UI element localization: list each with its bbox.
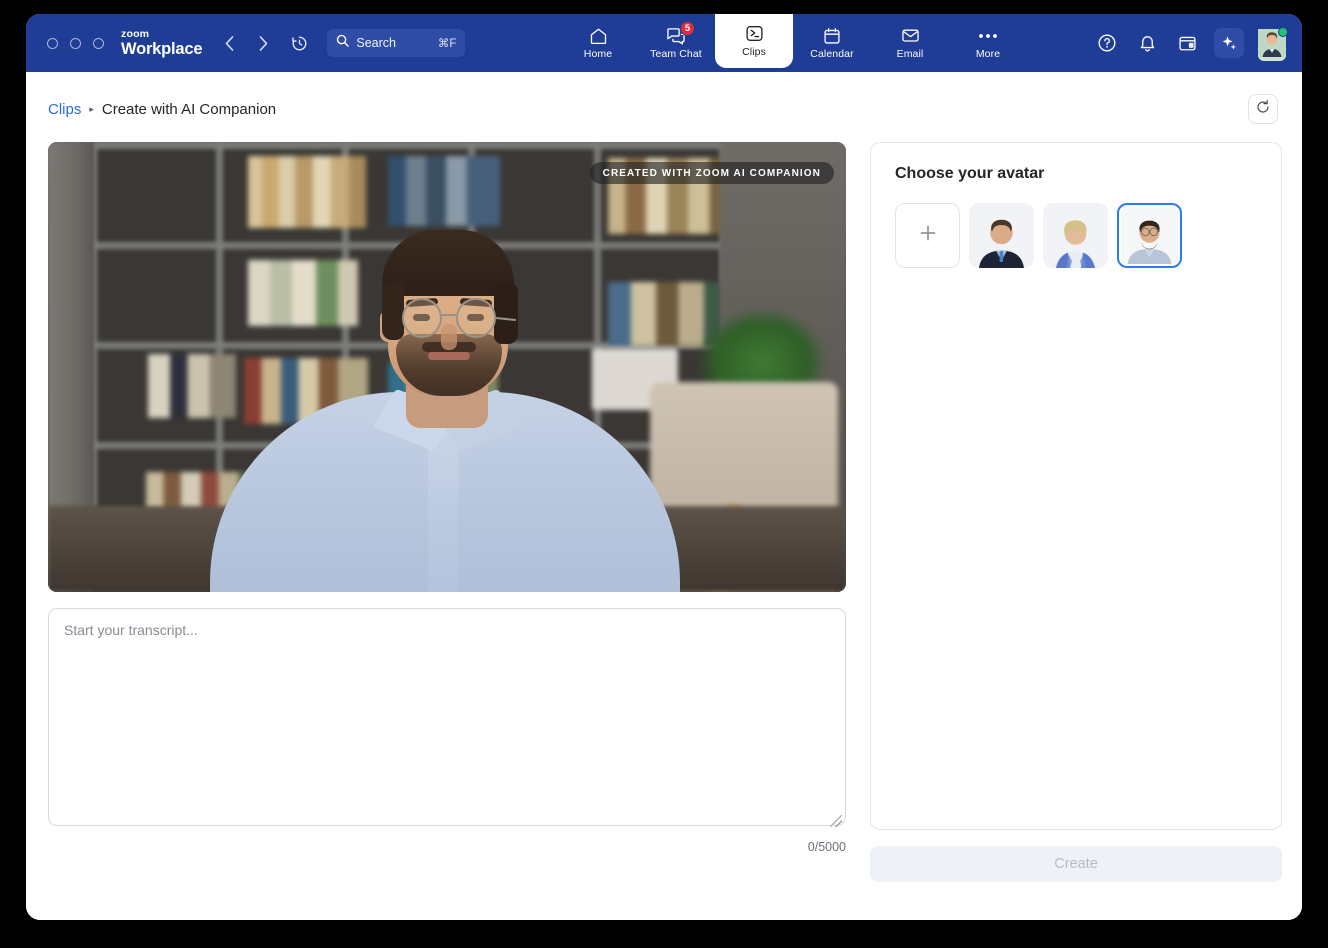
main-content: CREATED WITH ZOOM AI COMPANION 0/5000 Ch…	[26, 124, 1302, 882]
chat-bubble-icon: 5	[666, 26, 686, 45]
tab-calendar[interactable]: Calendar	[793, 14, 871, 72]
search-icon	[336, 34, 349, 52]
brand-zoom-text: zoom	[121, 29, 202, 40]
home-icon	[589, 26, 608, 45]
tab-clips-label: Clips	[742, 46, 766, 58]
tab-team-chat-label: Team Chat	[650, 48, 702, 60]
transcript-input[interactable]	[48, 608, 846, 826]
notification-bell-icon[interactable]	[1134, 30, 1160, 56]
main-nav-tabs: Home 5 Team Chat	[559, 14, 1027, 72]
tab-clips[interactable]: Clips	[715, 14, 793, 68]
user-avatar[interactable]	[1258, 29, 1286, 57]
breadcrumb-current-page: Create with AI Companion	[102, 101, 276, 118]
avatar-option-3[interactable]	[1117, 203, 1182, 268]
avatar-panel-title: Choose your avatar	[895, 165, 1257, 183]
minimize-window-button[interactable]	[70, 38, 81, 49]
refresh-icon	[1255, 99, 1271, 120]
tab-home-label: Home	[584, 48, 612, 60]
tab-home[interactable]: Home	[559, 14, 637, 72]
breadcrumb-link-clips[interactable]: Clips	[48, 101, 81, 118]
add-avatar-button[interactable]	[895, 203, 960, 268]
envelope-icon	[901, 26, 920, 45]
back-chevron-left-icon[interactable]	[220, 32, 238, 54]
calendar-icon	[823, 26, 841, 45]
forward-chevron-right-icon[interactable]	[254, 32, 272, 54]
avatar-option-2[interactable]	[1043, 203, 1108, 268]
right-column: Choose your avatar	[870, 142, 1282, 882]
titlebar-left-group: zoom Workplace	[26, 14, 465, 72]
presence-status-dot	[1278, 27, 1288, 37]
refresh-button[interactable]	[1248, 94, 1278, 124]
maximize-window-button[interactable]	[93, 38, 104, 49]
breadcrumb: Clips ▸ Create with AI Companion	[48, 101, 276, 118]
clock-history-icon[interactable]	[290, 34, 309, 53]
help-icon[interactable]	[1094, 30, 1120, 56]
character-counter: 0/5000	[48, 840, 846, 854]
video-preview[interactable]: CREATED WITH ZOOM AI COMPANION	[48, 142, 846, 592]
create-button[interactable]: Create	[870, 846, 1282, 882]
breadcrumb-bar: Clips ▸ Create with AI Companion	[26, 72, 1302, 124]
tab-calendar-label: Calendar	[810, 48, 853, 60]
avatar-video-subject	[210, 188, 680, 592]
avatar-option-1[interactable]	[969, 203, 1034, 268]
app-titlebar: zoom Workplace	[26, 14, 1302, 72]
avatar-panel: Choose your avatar	[870, 142, 1282, 830]
search-placeholder: Search	[356, 36, 437, 50]
ai-companion-sparkle-icon[interactable]	[1214, 28, 1244, 58]
navigation-arrows	[220, 32, 272, 54]
search-shortcut-hint: ⌘F	[438, 36, 457, 50]
zoom-workplace-window: zoom Workplace	[26, 14, 1302, 920]
page-content: Clips ▸ Create with AI Companion	[26, 72, 1302, 920]
breadcrumb-separator-icon: ▸	[89, 104, 94, 115]
avatar-options-row	[895, 203, 1257, 268]
app-logo: zoom Workplace	[121, 29, 202, 57]
tab-more[interactable]: More	[949, 14, 1027, 72]
left-column: CREATED WITH ZOOM AI COMPANION 0/5000	[48, 142, 846, 882]
brand-workplace-text: Workplace	[121, 41, 202, 58]
tab-email-label: Email	[897, 48, 924, 60]
desktop-background: zoom Workplace	[0, 0, 1328, 948]
user-avatar-image	[1258, 44, 1286, 61]
panel-layout-icon[interactable]	[1174, 30, 1200, 56]
ai-watermark-badge: CREATED WITH ZOOM AI COMPANION	[590, 162, 834, 184]
close-window-button[interactable]	[47, 38, 58, 49]
plus-icon	[918, 223, 938, 248]
tab-more-label: More	[976, 48, 1000, 60]
clips-icon	[745, 24, 764, 43]
tab-team-chat[interactable]: 5 Team Chat	[637, 14, 715, 72]
search-input[interactable]: Search ⌘F	[327, 29, 465, 57]
tab-email[interactable]: Email	[871, 14, 949, 72]
ellipsis-icon	[978, 26, 998, 45]
titlebar-right-group	[1094, 14, 1286, 72]
window-traffic-lights[interactable]	[47, 38, 104, 49]
team-chat-unread-badge: 5	[680, 21, 695, 36]
